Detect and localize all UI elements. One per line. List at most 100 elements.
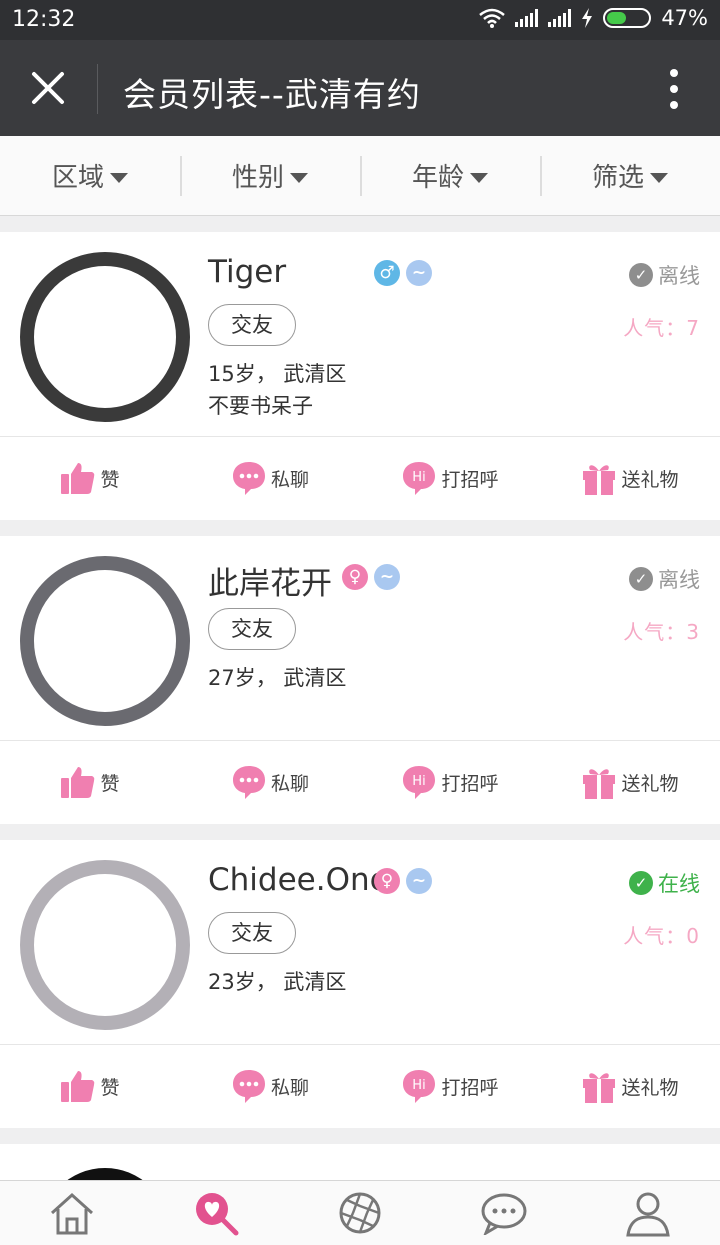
verified-icon: ~ [374,564,400,590]
battery-percent: 47% [661,6,708,30]
status-badge: ✓ 在线 [629,868,700,898]
greet-label: 打招呼 [441,1076,499,1099]
battery-icon [603,8,652,28]
tab-messages[interactable] [474,1183,534,1243]
tab-discover[interactable] [330,1183,390,1243]
member-info: 27岁， 武清区 [208,662,346,694]
check-icon: ✓ [629,871,653,895]
member-info: 23岁， 武清区 [208,966,346,998]
caret-down-icon [470,172,488,183]
male-icon: ♂ [374,260,400,286]
like-button[interactable]: 赞 [0,1069,180,1103]
member-card[interactable]: 此岸花开 ♀ ~ 交友 27岁， 武清区 ✓ 离线 人气：3 赞 私聊 Hi 打… [0,536,720,824]
filter-label: 筛选 [591,163,644,193]
like-button[interactable]: 赞 [0,765,180,799]
page-title: 会员列表--武清有约 [123,75,421,114]
svg-text:Hi: Hi [413,1078,426,1093]
thumbs-up-icon [61,1071,95,1102]
filter-bar: 区域 性别 年龄 筛选 [0,136,720,216]
gift-label: 送礼物 [621,1076,679,1099]
purpose-tag: 交友 [208,304,296,346]
caret-down-icon [290,172,308,183]
home-icon [50,1192,94,1235]
greet-button[interactable]: Hi 打招呼 [360,460,540,496]
gift-icon [583,769,616,799]
filter-region[interactable]: 区域 [0,136,180,216]
avatar[interactable] [20,860,190,1030]
divider [97,64,98,114]
member-name[interactable]: 此岸花开 [208,558,332,603]
purpose-tag: 交友 [208,912,296,954]
check-icon: ✓ [629,567,653,591]
status-icons: 47% [479,6,708,30]
status-label: 离线 [658,264,700,288]
member-card[interactable]: Tiger ♂ ~ 交友 15岁， 武清区 不要书呆子 ✓ 离线 人气：7 赞 私… [0,232,720,520]
gift-button[interactable]: 送礼物 [540,460,720,496]
avatar[interactable] [20,252,190,422]
popularity: 人气：7 [623,316,700,340]
svg-text:Hi: Hi [413,774,426,789]
greet-button[interactable]: Hi 打招呼 [360,764,540,800]
check-icon: ✓ [629,263,653,287]
wifi-icon [479,8,506,28]
status-badge: ✓ 离线 [629,564,700,594]
action-bar: 赞 私聊 Hi 打招呼 送礼物 [0,1045,720,1127]
member-card-header: 此岸花开 ♀ ~ 交友 27岁， 武清区 ✓ 离线 人气：3 [0,536,720,741]
action-bar: 赞 私聊 Hi 打招呼 送礼物 [0,741,720,823]
member-bio: 不要书呆子 [208,394,313,418]
gift-button[interactable]: 送礼物 [540,764,720,800]
member-list: Tiger ♂ ~ 交友 15岁， 武清区 不要书呆子 ✓ 离线 人气：7 赞 私… [0,232,720,1220]
gift-label: 送礼物 [621,772,679,795]
hi-bubble-icon: Hi [403,766,436,799]
thumbs-up-icon [61,463,95,494]
chat-label: 私聊 [270,468,309,491]
more-icon[interactable] [664,68,684,110]
badge-group: ♀ ~ [342,564,400,590]
title-bar: 会员列表--武清有约 [0,40,720,136]
age-location: 23岁， 武清区 [208,970,347,994]
filter-age[interactable]: 年龄 [360,136,540,216]
age-location: 27岁， 武清区 [208,666,347,690]
chat-button[interactable]: 私聊 [180,460,360,496]
status-badge: ✓ 离线 [629,260,700,290]
gift-icon [583,1073,616,1103]
chat-button[interactable]: 私聊 [180,764,360,800]
gift-label: 送礼物 [621,468,679,491]
message-icon [481,1193,527,1235]
filter-label: 年龄 [411,163,464,193]
tab-home[interactable] [42,1183,102,1243]
caret-down-icon [110,172,128,183]
member-card[interactable]: Chidee.One ♀ ~ 交友 23岁， 武清区 ✓ 在线 人气：0 赞 私聊… [0,840,720,1128]
member-name[interactable]: Tiger [208,254,286,290]
tab-profile[interactable] [618,1183,678,1243]
filter-label: 区域 [51,163,104,193]
chat-button[interactable]: 私聊 [180,1068,360,1104]
female-icon: ♀ [374,868,400,894]
tab-match[interactable] [186,1183,246,1243]
greet-label: 打招呼 [441,468,499,491]
charging-icon [582,8,593,28]
popularity: 人气：3 [623,620,700,644]
thumbs-up-icon [61,767,95,798]
chat-bubble-icon [232,766,265,799]
filter-gender[interactable]: 性别 [180,136,360,216]
tab-bar [0,1180,720,1245]
like-label: 赞 [100,772,120,795]
gift-icon [583,465,616,495]
heart-search-icon [196,1193,239,1236]
gift-button[interactable]: 送礼物 [540,1068,720,1104]
close-icon[interactable] [26,66,70,110]
female-icon: ♀ [342,564,368,590]
filter-more[interactable]: 筛选 [540,136,720,216]
action-bar: 赞 私聊 Hi 打招呼 送礼物 [0,437,720,519]
purpose-tag: 交友 [208,608,296,650]
member-info: 15岁， 武清区 不要书呆子 [208,358,346,422]
member-name[interactable]: Chidee.One [208,862,389,898]
greet-button[interactable]: Hi 打招呼 [360,1068,540,1104]
avatar[interactable] [20,556,190,726]
status-label: 离线 [658,568,700,592]
signal-icon [515,9,539,27]
signal-icon [548,9,572,27]
like-button[interactable]: 赞 [0,461,180,495]
badge-group: ♀ ~ [374,868,432,894]
